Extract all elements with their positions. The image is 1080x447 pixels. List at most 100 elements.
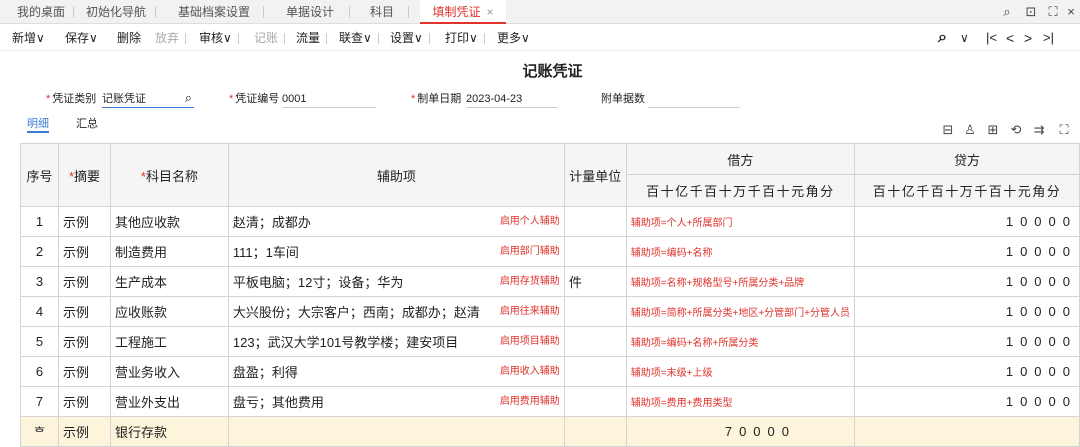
columns-icon[interactable]: ⇉ [1031, 122, 1047, 138]
row-unit[interactable]: 件 [563, 266, 627, 297]
row-unit[interactable] [563, 416, 627, 447]
tab-basic-archive[interactable]: 基础档案设置 [164, 0, 264, 24]
row-credit[interactable]: 10000 [854, 296, 1080, 327]
discard-button[interactable]: 放弃 [155, 25, 187, 51]
row-aux[interactable]: 赵清；成都办 启用个人辅助 [227, 206, 565, 237]
row-debit[interactable]: 70000 [625, 416, 856, 447]
close-icon[interactable]: × [1061, 0, 1080, 24]
row-account[interactable]: 工程施工 [109, 326, 229, 357]
row-summary[interactable]: 示例 [57, 356, 111, 387]
row-unit[interactable] [563, 236, 627, 267]
row-debit[interactable]: 辅助项=费用+费用类型 [625, 386, 856, 417]
row-summary[interactable]: 示例 [57, 416, 111, 447]
last-record-icon[interactable]: >| [1043, 25, 1054, 51]
table-row[interactable]: 1 示例 其他应收款 赵清；成都办 启用个人辅助 辅助项=个人+所属部门 1000… [20, 206, 1080, 237]
row-debit[interactable]: 辅助项=简称+所属分类+地区+分管部门+分管人员 [625, 296, 856, 327]
tab-summary[interactable]: 汇总 [76, 115, 98, 133]
row-aux[interactable] [227, 416, 565, 447]
row-unit[interactable] [563, 386, 627, 417]
table-row[interactable]: 5 示例 工程施工 123；武汉大学101号教学楼；建安项目 启用项目辅助 辅助项… [20, 326, 1080, 357]
row-unit[interactable] [563, 356, 627, 387]
restore-icon[interactable]: ⊡ [1021, 0, 1041, 24]
row-account[interactable]: 营业外支出 [109, 386, 229, 417]
row-aux[interactable]: 大兴股份；大宗客户；西南；成都办；赵清 启用往来辅助 [227, 296, 565, 327]
row-debit[interactable]: 辅助项=名称+规格型号+所属分类+品牌 [625, 266, 856, 297]
row-account[interactable]: 生产成本 [109, 266, 229, 297]
row-account[interactable]: 应收账款 [109, 296, 229, 327]
row-credit[interactable]: 10000 [854, 386, 1080, 417]
row-seq: 6 [20, 356, 59, 387]
row-credit[interactable]: 10000 [854, 356, 1080, 387]
row-debit[interactable]: 辅助项=末级+上级 [625, 356, 856, 387]
layout-icon[interactable]: ⊟ [940, 122, 956, 138]
row-credit[interactable]: 10000 [854, 206, 1080, 237]
flow-button[interactable]: 流量 [296, 25, 328, 51]
row-summary[interactable]: 示例 [57, 236, 111, 267]
tab-form-design[interactable]: 单据设计 [270, 0, 350, 24]
row-seq: 5 [20, 326, 59, 357]
next-record-icon[interactable]: > [1024, 25, 1032, 51]
tab-init-nav[interactable]: 初始化导航 [76, 0, 156, 24]
table-row[interactable]: 4 示例 应收账款 大兴股份；大宗客户；西南；成都办；赵清 启用往来辅助 辅助项=… [20, 296, 1080, 327]
maximize-icon[interactable]: ⛶ [1043, 0, 1063, 24]
attach-count-field[interactable] [648, 90, 740, 108]
row-summary[interactable]: 示例 [57, 326, 111, 357]
row-summary[interactable]: 示例 [57, 386, 111, 417]
row-credit[interactable]: 10000 [854, 266, 1080, 297]
tab-close-icon[interactable]: × [487, 5, 494, 19]
tab-fill-voucher[interactable]: 填制凭证 × [420, 0, 506, 24]
row-aux[interactable]: 盘盈；利得 启用收入辅助 [227, 356, 565, 387]
row-credit[interactable]: 10000 [854, 326, 1080, 357]
row-account[interactable]: 其他应收款 [109, 206, 229, 237]
post-button[interactable]: 记账 [254, 25, 286, 51]
row-account[interactable]: 银行存款 [109, 416, 229, 447]
row-summary[interactable]: 示例 [57, 206, 111, 237]
voucher-date-field[interactable]: 2023-04-23 [466, 90, 558, 108]
row-aux[interactable]: 平板电脑；12寸；设备；华为 启用存货辅助 [227, 266, 565, 297]
row-summary[interactable]: 示例 [57, 266, 111, 297]
row-debit[interactable]: 辅助项=编码+名称+所属分类 [625, 326, 856, 357]
user-icon[interactable]: ♙ [962, 122, 978, 138]
prev-record-icon[interactable]: < [1006, 25, 1014, 51]
row-account[interactable]: 营业务收入 [109, 356, 229, 387]
add-button[interactable]: 新增∨ [12, 25, 45, 51]
search-dropdown-icon[interactable]: ∨ [960, 25, 969, 51]
row-aux[interactable]: 123；武汉大学101号教学楼；建安项目 启用项目辅助 [227, 326, 565, 357]
row-unit[interactable] [563, 296, 627, 327]
print-button[interactable]: 打印∨ [445, 25, 485, 51]
voucher-search-icon[interactable]: ⌕ [938, 25, 947, 51]
tab-my-desktop[interactable]: 我的桌面 [8, 0, 74, 24]
table-row[interactable]: 2 示例 制造费用 111；1车间 启用部门辅助 辅助项=编码+名称 10000 [20, 236, 1080, 267]
more-button[interactable]: 更多∨ [497, 25, 530, 51]
fullscreen-icon[interactable]: ⛶ [1056, 122, 1072, 138]
table-row[interactable]: 6 示例 营业务收入 盘盈；利得 启用收入辅助 辅助项=末级+上级 10000 [20, 356, 1080, 387]
search-icon[interactable]: ⌕ [997, 0, 1017, 24]
row-debit[interactable]: 辅助项=编码+名称 [625, 236, 856, 267]
search-icon[interactable]: ⌕ [185, 89, 192, 107]
row-aux[interactable]: 111；1车间 启用部门辅助 [227, 236, 565, 267]
table-row[interactable]: ᄒ 示例 银行存款 70000 [20, 416, 1080, 447]
table-row[interactable]: 3 示例 生产成本 平板电脑；12寸；设备；华为 启用存货辅助 件 辅助项=名称+… [20, 266, 1080, 297]
template-icon[interactable]: ⊞ [985, 122, 1001, 138]
tab-accounts[interactable]: 科目 [355, 0, 409, 24]
row-credit[interactable] [854, 416, 1080, 447]
row-summary[interactable]: 示例 [57, 296, 111, 327]
voucher-no-field[interactable]: 0001 [282, 90, 376, 108]
first-record-icon[interactable]: |< [986, 25, 997, 51]
voucher-type-label: * 凭证类别 [46, 93, 97, 105]
link-icon[interactable]: ⟲ [1008, 122, 1024, 138]
row-unit[interactable] [563, 326, 627, 357]
row-account[interactable]: 制造费用 [109, 236, 229, 267]
check-button[interactable]: 联查∨ [339, 25, 379, 51]
delete-button[interactable]: 删除 [117, 25, 141, 51]
table-row[interactable]: 7 示例 营业外支出 盘亏；其他费用 启用费用辅助 辅助项=费用+费用类型 100… [20, 386, 1080, 417]
voucher-type-field[interactable]: 记账凭证 ⌕ [102, 90, 194, 108]
row-credit[interactable]: 10000 [854, 236, 1080, 267]
row-aux[interactable]: 盘亏；其他费用 启用费用辅助 [227, 386, 565, 417]
save-button[interactable]: 保存∨ [65, 25, 98, 51]
review-button[interactable]: 审核∨ [199, 25, 239, 51]
tab-detail[interactable]: 明细 [27, 115, 49, 133]
row-debit[interactable]: 辅助项=个人+所属部门 [625, 206, 856, 237]
row-unit[interactable] [563, 206, 627, 237]
settings-button[interactable]: 设置∨ [390, 25, 430, 51]
